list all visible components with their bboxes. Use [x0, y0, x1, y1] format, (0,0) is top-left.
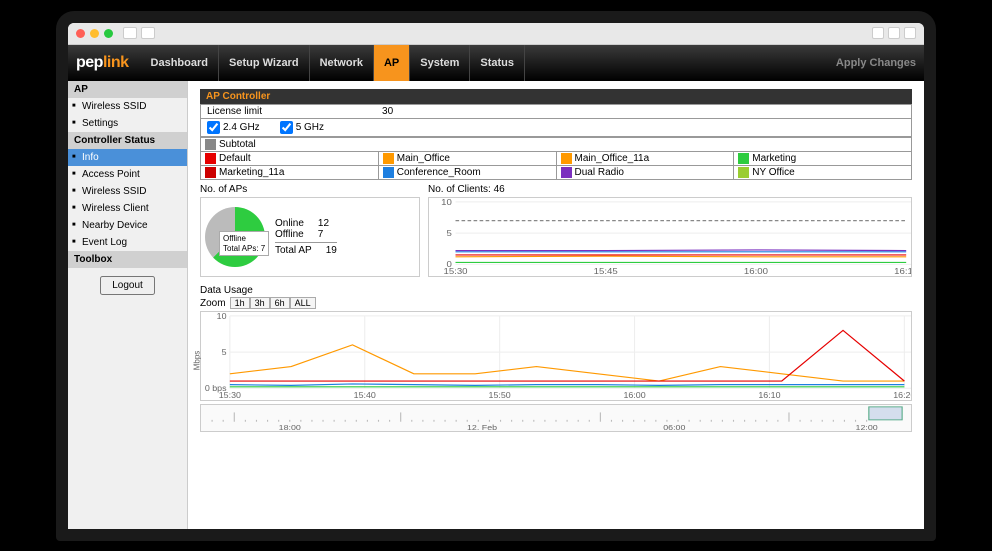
- legend-item[interactable]: NY Office: [734, 165, 912, 179]
- sidebar-item-nearby-device[interactable]: Nearby Device: [68, 217, 187, 234]
- zoom-3h[interactable]: 3h: [250, 297, 270, 309]
- sidebar-item-settings[interactable]: Settings: [68, 115, 187, 132]
- browser-chrome: [68, 23, 924, 45]
- svg-text:5: 5: [222, 347, 227, 356]
- max-dot[interactable]: [104, 29, 113, 38]
- checkbox-5ghz[interactable]: [280, 121, 293, 134]
- nav-dashboard[interactable]: Dashboard: [141, 45, 219, 81]
- aps-label: No. of APs: [200, 184, 420, 195]
- sidebar-item-event-log[interactable]: Event Log: [68, 234, 187, 251]
- zoom-6h[interactable]: 6h: [270, 297, 290, 309]
- nav-status[interactable]: Status: [470, 45, 525, 81]
- min-dot[interactable]: [90, 29, 99, 38]
- frequency-filter: 2.4 GHz 5 GHz: [200, 119, 912, 137]
- license-row: License limit 30: [200, 104, 912, 119]
- nav-setup-wizard[interactable]: Setup Wizard: [219, 45, 310, 81]
- browser-tab-icon[interactable]: [904, 27, 916, 39]
- ap-counts: Online12 Offline7 Total AP19: [275, 218, 337, 256]
- sidebar-item-wireless-client[interactable]: Wireless Client: [68, 200, 187, 217]
- nav-fwd[interactable]: [141, 27, 155, 39]
- legend-item[interactable]: Marketing: [734, 151, 912, 165]
- logout-button[interactable]: Logout: [100, 276, 155, 295]
- close-dot[interactable]: [76, 29, 85, 38]
- usage-ylabel: Mbps: [192, 351, 201, 371]
- sidebar-item-access-point[interactable]: Access Point: [68, 166, 187, 183]
- legend-item[interactable]: Main_Office_11a: [556, 151, 734, 165]
- zoom-1h[interactable]: 1h: [230, 297, 250, 309]
- apply-changes-button[interactable]: Apply Changes: [836, 57, 916, 69]
- zoom-label: Zoom: [200, 298, 226, 309]
- nav-system[interactable]: System: [410, 45, 470, 81]
- svg-text:5: 5: [447, 229, 452, 238]
- label-2.4ghz: 2.4 GHz: [223, 122, 260, 133]
- legend-item[interactable]: Dual Radio: [556, 165, 734, 179]
- overview-chart[interactable]: 18:00 12. Feb 06:00 12:00: [200, 404, 912, 432]
- clients-label: No. of Clients: 46: [428, 184, 912, 195]
- sidebar-item-wireless-ssid[interactable]: Wireless SSID: [68, 98, 187, 115]
- svg-text:15:40: 15:40: [354, 390, 377, 399]
- legend-subtotal[interactable]: Subtotal: [201, 137, 912, 151]
- top-nav: peplink DashboardSetup WizardNetworkAPSy…: [68, 45, 924, 81]
- ssid-legend: SubtotalDefaultMain_OfficeMain_Office_11…: [200, 137, 912, 180]
- svg-text:16:00: 16:00: [623, 390, 646, 399]
- panel-title: AP Controller: [200, 89, 912, 104]
- pie-tooltip: Offline Total APs: 7: [219, 231, 269, 256]
- svg-text:16:10: 16:10: [758, 390, 781, 399]
- sidebar-item-wireless-ssid[interactable]: Wireless SSID: [68, 183, 187, 200]
- browser-menu-icon[interactable]: [888, 27, 900, 39]
- svg-text:12. Feb: 12. Feb: [467, 424, 498, 431]
- svg-text:12:00: 12:00: [856, 424, 879, 431]
- legend-item[interactable]: Conference_Room: [378, 165, 556, 179]
- sidebar: APWireless SSIDSettingsController Status…: [68, 81, 188, 529]
- checkbox-2.4ghz[interactable]: [207, 121, 220, 134]
- svg-text:15:30: 15:30: [219, 390, 242, 399]
- svg-text:16:15: 16:15: [894, 267, 911, 276]
- svg-text:16:00: 16:00: [744, 267, 768, 276]
- nav-ap[interactable]: AP: [374, 45, 410, 81]
- legend-item[interactable]: Marketing_11a: [201, 165, 379, 179]
- license-value: 30: [382, 106, 393, 117]
- sidebar-header: Toolbox: [68, 251, 187, 268]
- legend-item[interactable]: Main_Office: [378, 151, 556, 165]
- svg-text:06:00: 06:00: [663, 424, 686, 431]
- svg-text:10: 10: [217, 312, 227, 321]
- sidebar-item-info[interactable]: Info: [68, 149, 187, 166]
- brand-logo: peplink: [76, 54, 129, 72]
- license-label: License limit: [207, 106, 262, 117]
- nav-back[interactable]: [123, 27, 137, 39]
- usage-chart[interactable]: Mbps 0 bps51015:3015:4015:5016:0016:1016…: [200, 311, 912, 401]
- ap-pie-block: Offline Total APs: 7 Online12 Offline7 T…: [200, 197, 420, 277]
- svg-text:10: 10: [441, 198, 452, 207]
- svg-text:15:45: 15:45: [594, 267, 618, 276]
- svg-text:15:50: 15:50: [489, 390, 512, 399]
- label-5ghz: 5 GHz: [296, 122, 324, 133]
- nav-network[interactable]: Network: [310, 45, 374, 81]
- sidebar-header: AP: [68, 81, 187, 98]
- usage-label: Data Usage: [200, 285, 912, 296]
- browser-gear-icon[interactable]: [872, 27, 884, 39]
- clients-chart[interactable]: 051015:3015:4516:0016:15: [428, 197, 912, 277]
- svg-text:16:20: 16:20: [893, 390, 911, 399]
- zoom-all[interactable]: ALL: [290, 297, 316, 309]
- main-panel: AP Controller License limit 30 2.4 GHz 5…: [188, 81, 924, 529]
- svg-text:15:30: 15:30: [443, 267, 467, 276]
- svg-text:18:00: 18:00: [279, 424, 302, 431]
- ap-pie-chart[interactable]: Offline Total APs: 7: [205, 207, 265, 267]
- sidebar-header: Controller Status: [68, 132, 187, 149]
- legend-item[interactable]: Default: [201, 151, 379, 165]
